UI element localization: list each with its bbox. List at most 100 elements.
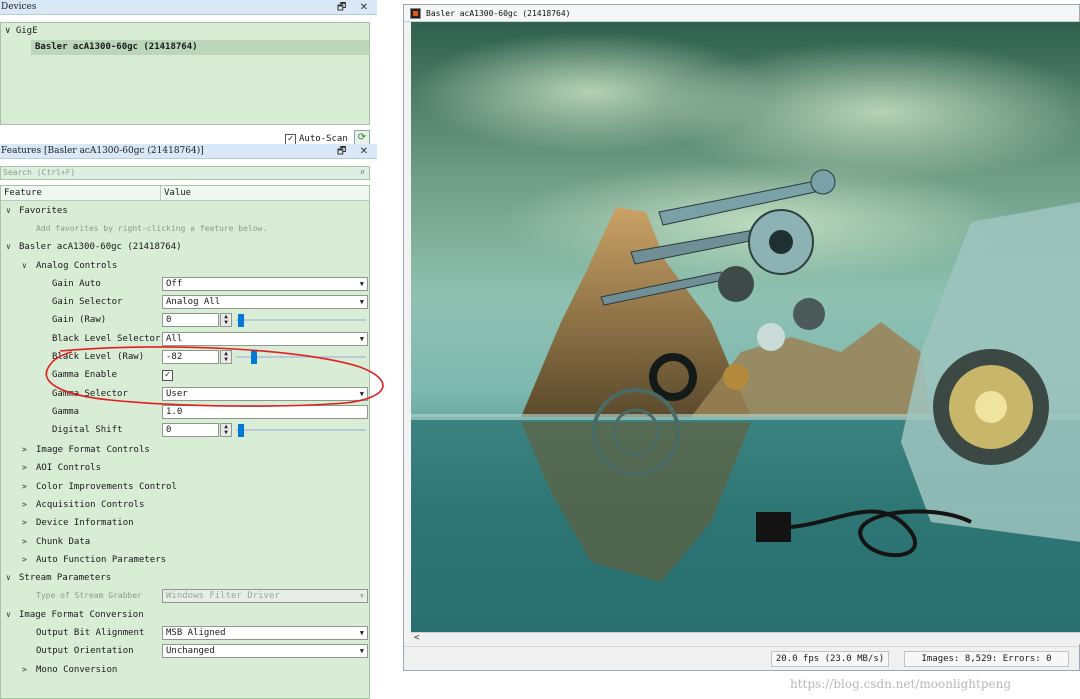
- dropdown-arrow-icon[interactable]: ▼: [360, 388, 364, 400]
- features-title-text: Features [Basler acA1300-60gc (21418764)…: [1, 146, 204, 156]
- chevron-down-icon[interactable]: ∨: [6, 569, 11, 587]
- group-aoi-controls[interactable]: > AOI Controls: [1, 459, 369, 477]
- gamma-label: Gamma: [52, 407, 80, 417]
- chevron-right-icon[interactable]: >: [22, 551, 27, 569]
- chevron-right-icon[interactable]: >: [22, 478, 27, 496]
- group-chunk-data[interactable]: > Chunk Data: [1, 533, 369, 551]
- chevron-down-icon[interactable]: ∨: [6, 606, 11, 624]
- chevron-right-icon[interactable]: >: [22, 533, 27, 551]
- device-item[interactable]: Basler acA1300-60gc (21418764): [31, 40, 369, 55]
- camera-group[interactable]: ∨ Basler acA1300-60gc (21418764): [1, 238, 369, 256]
- black-level-raw-spinner[interactable]: ▲ ▼: [220, 350, 232, 364]
- stream-grabber-value: Windows Filter Driver: [166, 591, 280, 601]
- stream-parameters-group[interactable]: ∨ Stream Parameters: [1, 569, 369, 587]
- group-label: AOI Controls: [36, 463, 102, 473]
- digital-shift-slider-thumb[interactable]: [238, 424, 244, 437]
- black-level-raw-slider-thumb[interactable]: [250, 351, 257, 364]
- dropdown-arrow-icon[interactable]: ▼: [360, 645, 364, 657]
- dropdown-arrow-icon: ▼: [359, 592, 364, 600]
- chevron-right-icon[interactable]: >: [22, 441, 27, 459]
- chevron-down-icon[interactable]: ∨: [5, 26, 10, 36]
- black-level-selector-select[interactable]: All ▼: [162, 332, 368, 346]
- watermark: https://blog.csdn.net/moonlightpeng: [790, 677, 1012, 691]
- output-orientation-row: Output Orientation Unchanged ▼: [1, 642, 369, 660]
- search-input[interactable]: Search (Ctrl+F) ⌕: [0, 166, 370, 180]
- output-bit-alignment-value: MSB Aligned: [166, 628, 226, 638]
- group-auto-function-parameters[interactable]: > Auto Function Parameters: [1, 551, 369, 569]
- column-header: Feature Value: [1, 186, 369, 201]
- gain-auto-select[interactable]: Off ▼: [162, 277, 368, 291]
- images-status: Images: 8,529: Errors: 0: [904, 651, 1069, 667]
- mono-conversion-label: Mono Conversion: [36, 665, 118, 675]
- black-level-selector-row: Black Level Selector All ▼: [1, 330, 369, 348]
- chevron-right-icon[interactable]: >: [22, 514, 27, 532]
- devices-panel-title: Devices 🗗 ✕: [0, 0, 377, 15]
- gamma-selector-row: Gamma Selector User ▼: [1, 385, 369, 403]
- output-orientation-select[interactable]: Unchanged ▼: [162, 644, 368, 658]
- chevron-down-icon[interactable]: ∨: [22, 257, 27, 275]
- group-label: Device Information: [36, 518, 134, 528]
- group-label: Chunk Data: [36, 537, 91, 547]
- gain-raw-input[interactable]: 0: [162, 313, 219, 327]
- dropdown-arrow-icon[interactable]: ▼: [360, 627, 364, 639]
- dropdown-arrow-icon[interactable]: ▼: [360, 278, 364, 290]
- features-window-controls[interactable]: 🗗 ✕: [337, 144, 373, 159]
- auto-scan-checkbox[interactable]: ✓: [285, 133, 296, 145]
- image-window: Basler acA1300-60gc (21418764) < 20.0 fp…: [403, 4, 1080, 671]
- digital-shift-spinner[interactable]: ▲ ▼: [220, 423, 232, 437]
- device-tree-root[interactable]: ∨ GigE: [5, 26, 38, 36]
- group-label: Acquisition Controls: [36, 500, 145, 510]
- chevron-down-icon[interactable]: ∨: [6, 202, 11, 220]
- stream-parameters-label: Stream Parameters: [19, 573, 112, 583]
- favorites-label: Favorites: [19, 206, 68, 216]
- device-tree[interactable]: ∨ GigE Basler acA1300-60gc (21418764): [0, 22, 370, 125]
- chevron-right-icon[interactable]: >: [22, 496, 27, 514]
- camera-image-drawing: [411, 22, 1080, 632]
- features-panel-title: Features [Basler acA1300-60gc (21418764)…: [0, 144, 377, 159]
- black-level-raw-input[interactable]: -82: [162, 350, 219, 364]
- output-bit-alignment-label: Output Bit Alignment: [36, 628, 145, 638]
- status-bar: 20.0 fps (23.0 MB/s) Images: 8,529: Erro…: [404, 646, 1079, 670]
- gamma-row: Gamma 1.0: [1, 403, 369, 421]
- column-divider[interactable]: [160, 186, 161, 201]
- group-acquisition-controls[interactable]: > Acquisition Controls: [1, 496, 369, 514]
- feature-column-header[interactable]: Feature: [4, 188, 42, 198]
- scroll-left-icon[interactable]: <: [414, 633, 419, 644]
- dropdown-arrow-icon[interactable]: ▼: [360, 333, 364, 345]
- devices-panel: ∨ GigE Basler acA1300-60gc (21418764) ✓ …: [0, 15, 377, 146]
- chevron-right-icon[interactable]: >: [22, 661, 27, 679]
- stream-grabber-row: Type of Stream Grabber Windows Filter Dr…: [1, 587, 369, 605]
- mono-conversion-group[interactable]: > Mono Conversion: [1, 661, 369, 679]
- gain-selector-value: Analog All: [166, 297, 221, 307]
- dropdown-arrow-icon[interactable]: ▼: [360, 296, 364, 308]
- gamma-selector-select[interactable]: User ▼: [162, 387, 368, 401]
- search-icon[interactable]: ⌕: [360, 167, 365, 179]
- output-bit-alignment-select[interactable]: MSB Aligned ▼: [162, 626, 368, 640]
- digital-shift-slider-track[interactable]: [236, 429, 366, 431]
- image-window-title: Basler acA1300-60gc (21418764): [426, 9, 571, 18]
- gamma-input[interactable]: 1.0: [162, 405, 368, 419]
- gain-selector-label: Gain Selector: [52, 297, 123, 307]
- gamma-selector-value: User: [166, 389, 188, 399]
- devices-window-controls[interactable]: 🗗 ✕: [337, 0, 373, 15]
- horizontal-scrollbar[interactable]: <: [411, 632, 1080, 644]
- chevron-right-icon[interactable]: >: [22, 459, 27, 477]
- favorites-group[interactable]: ∨ Favorites: [1, 202, 369, 220]
- digital-shift-input[interactable]: 0: [162, 423, 219, 437]
- fps-status: 20.0 fps (23.0 MB/s): [771, 651, 889, 667]
- chevron-down-icon[interactable]: ∨: [6, 238, 11, 256]
- image-format-conversion-group[interactable]: ∨ Image Format Conversion: [1, 606, 369, 624]
- gamma-enable-checkbox[interactable]: ✓: [162, 370, 173, 381]
- image-window-titlebar[interactable]: Basler acA1300-60gc (21418764): [404, 5, 1079, 22]
- gain-raw-slider-thumb[interactable]: [238, 314, 244, 327]
- group-image-format-controls[interactable]: > Image Format Controls: [1, 441, 369, 459]
- group-device-information[interactable]: > Device Information: [1, 514, 369, 532]
- camera-image[interactable]: [411, 22, 1080, 632]
- gain-raw-spinner[interactable]: ▲ ▼: [220, 313, 232, 327]
- analog-controls-group[interactable]: ∨ Analog Controls: [1, 257, 369, 275]
- group-color-improvements[interactable]: > Color Improvements Control: [1, 478, 369, 496]
- gain-selector-select[interactable]: Analog All ▼: [162, 295, 368, 309]
- gain-auto-value: Off: [166, 279, 183, 289]
- value-column-header[interactable]: Value: [164, 188, 191, 198]
- gain-raw-slider-track[interactable]: [236, 319, 366, 321]
